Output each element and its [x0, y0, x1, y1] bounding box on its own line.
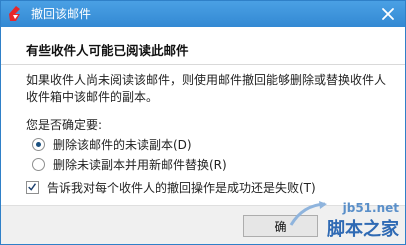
- option-delete-unread-label: 删除该邮件的未读副本(D): [53, 138, 192, 152]
- notify-result-checkbox[interactable]: [26, 181, 39, 194]
- option-delete-and-replace-label: 删除未读副本并用新邮件替换(R): [53, 158, 227, 172]
- watermark-brand: 脚本之家: [327, 219, 399, 240]
- notify-result-label: 告诉我对每个收件人的撤回操作是成功还是失败(T): [47, 181, 316, 195]
- watermark: jb51.net 脚本之家: [289, 201, 401, 241]
- recall-message-dialog: 撤回该邮件 有些收件人可能已阅读此邮件 如果收件人尚未阅读该邮件，则使用邮件撤回…: [0, 0, 406, 245]
- question-label: 您是否确定要:: [26, 118, 103, 132]
- radio-delete-and-replace[interactable]: [32, 158, 45, 171]
- watermark-site: jb51.net: [342, 201, 399, 215]
- checkmark-icon: [28, 183, 37, 191]
- radio-delete-unread[interactable]: [32, 138, 45, 151]
- close-icon[interactable]: [379, 5, 397, 23]
- dialog-heading: 有些收件人可能已阅读此邮件: [26, 43, 189, 58]
- description-text: 如果收件人尚未阅读该邮件，则使用邮件撤回能够删除或替换收件人收件箱中该邮件的副本…: [26, 73, 387, 104]
- app-logo-icon: [9, 6, 20, 21]
- dialog-title: 撤回该邮件: [31, 7, 92, 21]
- divider: [1, 64, 405, 65]
- title-bar[interactable]: 撤回该邮件: [1, 1, 405, 27]
- watermark-arrow-icon: [289, 201, 327, 226]
- radio-selected-dot: [36, 142, 41, 147]
